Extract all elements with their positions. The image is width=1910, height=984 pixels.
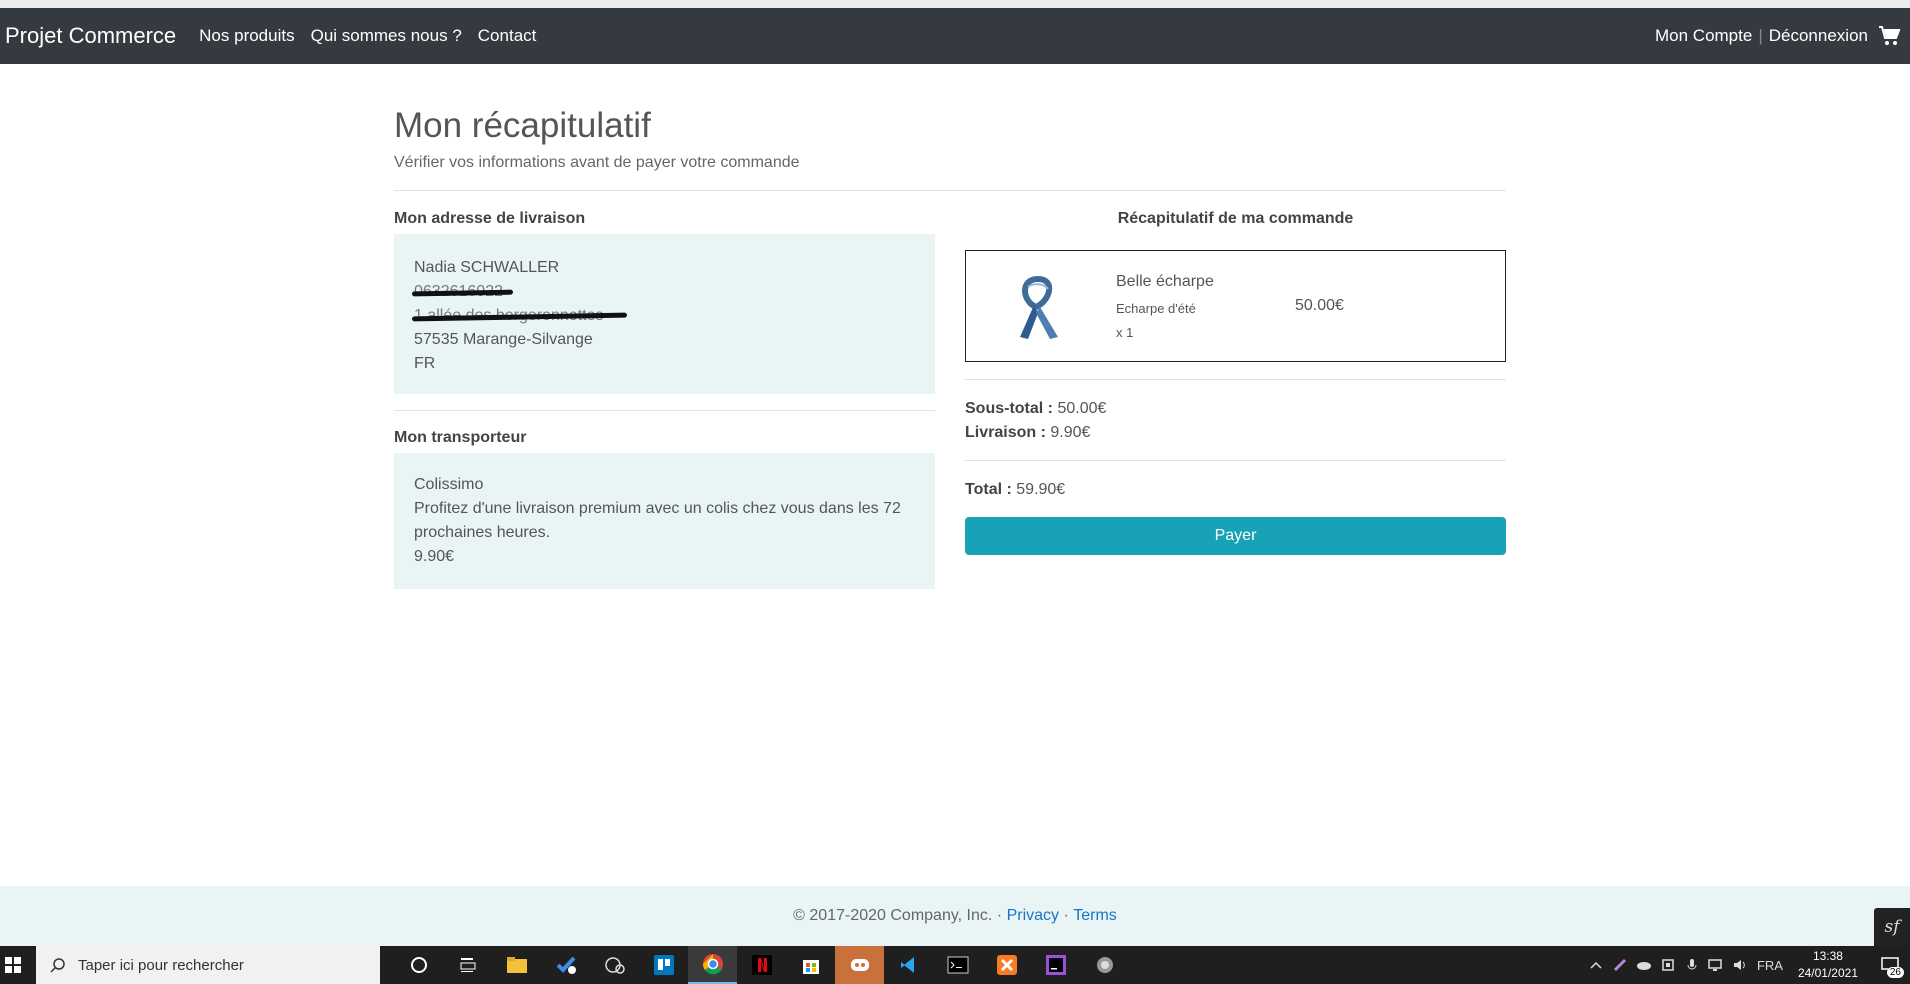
clock-time: 13:38 [1812, 949, 1843, 963]
clock[interactable]: 13:38 24/01/2021 [1798, 948, 1858, 982]
sync-app-icon[interactable] [590, 946, 639, 984]
shipping-label: Livraison : [965, 424, 1046, 441]
network-icon[interactable] [1704, 946, 1728, 984]
address-street-redacted: 1 allée des bergeronnettes [414, 304, 617, 328]
search-placeholder: Taper ici pour rechercher [78, 956, 244, 974]
divider [394, 410, 935, 411]
system-tray: FRA 13:38 24/01/2021 26 [1584, 946, 1910, 984]
terms-link[interactable]: Terms [1073, 907, 1117, 925]
search-icon [50, 958, 65, 973]
page-subtitle: Vérifier vos informations avant de payer… [394, 154, 800, 171]
total-label: Total : [965, 481, 1012, 498]
pen-icon[interactable] [1608, 946, 1632, 984]
nav-right: Mon Compte | Déconnexion [1655, 8, 1902, 64]
taskbar-search-box[interactable]: Taper ici pour rechercher [36, 946, 380, 984]
carrier-name: Colissimo [414, 476, 484, 493]
carrier-box: Colissimo Profitez d'une livraison premi… [394, 453, 935, 589]
trello-icon[interactable] [639, 946, 688, 984]
total-value: 59.90€ [1016, 481, 1066, 498]
address-heading: Mon adresse de livraison [394, 210, 586, 227]
chrome-icon[interactable] [688, 946, 737, 984]
footer: © 2017-2020 Company, Inc. · Privacy · Te… [0, 886, 1910, 946]
nav-link-about[interactable]: Qui sommes nous ? [311, 26, 462, 46]
language-indicator[interactable]: FRA [1752, 946, 1788, 984]
scarf-image [998, 267, 1078, 347]
divider [965, 379, 1506, 380]
product-price: 50.00€ [1295, 297, 1344, 314]
app-icon[interactable] [1080, 946, 1129, 984]
cortana-icon[interactable] [394, 946, 443, 984]
shipping-line: Livraison : 9.90€ [965, 424, 1090, 442]
terminal-icon[interactable] [933, 946, 982, 984]
order-item-card: Belle écharpe Echarpe d'été x 1 50.00€ [965, 250, 1506, 362]
product-name: Belle écharpe [1116, 273, 1214, 290]
shipping-value: 9.90€ [1050, 424, 1091, 441]
volume-icon[interactable] [1728, 946, 1752, 984]
phpstorm-icon[interactable] [1031, 946, 1080, 984]
clock-date: 24/01/2021 [1797, 966, 1858, 980]
discord-icon[interactable] [835, 946, 884, 984]
pay-button[interactable]: Payer [965, 517, 1506, 555]
file-explorer-icon[interactable] [492, 946, 541, 984]
vscode-icon[interactable] [884, 946, 933, 984]
cart-icon[interactable] [1878, 24, 1902, 48]
xampp-icon[interactable] [982, 946, 1031, 984]
nav-link-products[interactable]: Nos produits [199, 26, 294, 46]
taskbar-apps [394, 946, 1129, 984]
subtotal-value: 50.00€ [1057, 400, 1107, 417]
address-name: Nadia SCHWALLER [414, 259, 560, 276]
brand-link[interactable]: Projet Commerce [5, 23, 176, 49]
browser-top-strip [0, 0, 1910, 8]
order-heading: Récapitulatif de ma commande [1117, 210, 1354, 227]
address-box: Nadia SCHWALLER 0632616022 1 allée des b… [394, 234, 935, 394]
total-line: Total : 59.90€ [965, 481, 1065, 499]
product-quantity: x 1 [1116, 325, 1134, 340]
account-link[interactable]: Mon Compte [1655, 26, 1752, 46]
windows-taskbar: Taper ici pour rechercher FRA 13:38 24/0… [0, 946, 1910, 984]
carrier-description: Profitez d'une livraison premium avec un… [414, 500, 901, 541]
carrier-price: 9.90€ [414, 548, 455, 565]
address-phone-redacted: 0632616022 [414, 280, 503, 304]
netflix-icon[interactable] [737, 946, 786, 984]
address-city: 57535 Marange-Silvange [414, 331, 593, 348]
microphone-icon[interactable] [1680, 946, 1704, 984]
nav-link-contact[interactable]: Contact [478, 26, 537, 46]
subtotal-label: Sous-total : [965, 400, 1053, 417]
notification-center-icon[interactable]: 26 [1870, 946, 1910, 984]
page-title: Mon récapitulatif [394, 106, 651, 145]
divider [965, 460, 1506, 461]
product-subtitle: Echarpe d'été [1116, 301, 1196, 316]
address-country: FR [414, 355, 436, 372]
carrier-heading: Mon transporteur [394, 429, 527, 446]
security-icon[interactable] [1656, 946, 1680, 984]
logout-link[interactable]: Déconnexion [1769, 26, 1868, 46]
footer-copyright: © 2017-2020 Company, Inc. · [793, 907, 1003, 924]
footer-dot: · [1063, 907, 1069, 924]
symfony-debug-icon[interactable]: sf [1874, 908, 1910, 946]
divider [394, 190, 1506, 191]
todo-icon[interactable] [541, 946, 590, 984]
task-view-icon[interactable] [443, 946, 492, 984]
nav-separator: | [1758, 26, 1763, 45]
chevron-up-icon[interactable] [1584, 946, 1608, 984]
windows-start-icon[interactable] [0, 946, 26, 984]
subtotal-line: Sous-total : 50.00€ [965, 400, 1106, 418]
navbar: Projet Commerce Nos produits Qui sommes … [0, 8, 1910, 64]
privacy-link[interactable]: Privacy [1007, 907, 1059, 925]
notification-count: 26 [1886, 967, 1904, 978]
onedrive-icon[interactable] [1632, 946, 1656, 984]
store-icon[interactable] [786, 946, 835, 984]
